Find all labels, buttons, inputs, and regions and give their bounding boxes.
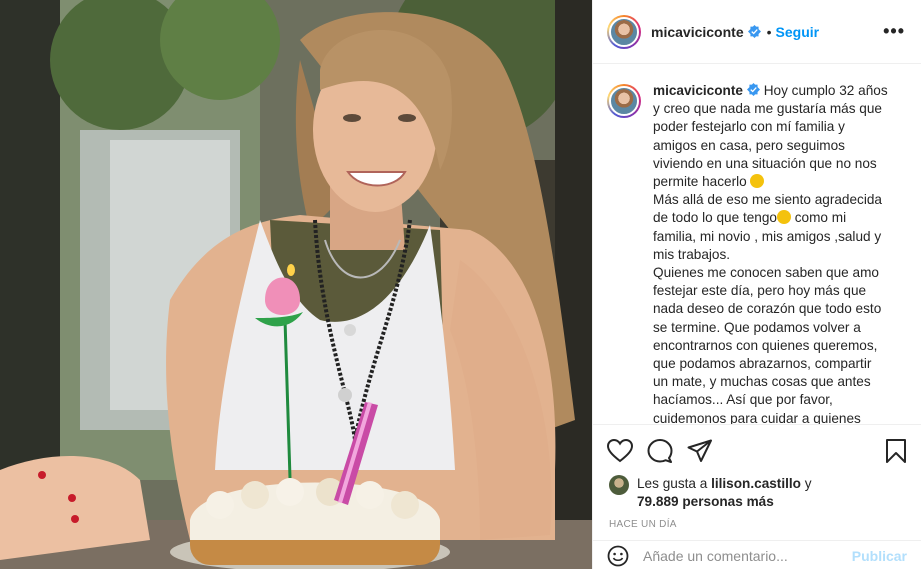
caption-line: Más allá de eso me siento agradecida: [653, 192, 882, 208]
caption-line: de todo lo que tengo: [653, 210, 777, 226]
likes-count-link[interactable]: 79.889 personas más: [637, 494, 774, 509]
publish-button[interactable]: Publicar: [852, 548, 907, 564]
caption-line: como mi: [794, 210, 847, 226]
caption-line: festejar este día, pero hoy más que: [653, 283, 867, 299]
smiley-icon: [776, 210, 791, 225]
bookmark-icon[interactable]: [885, 439, 907, 463]
heart-icon[interactable]: [607, 439, 633, 463]
caption-line: amigos en casa, pero seguimos: [653, 137, 845, 153]
caption-line: mis trabajos.: [653, 246, 731, 262]
caption-line: viviendo en una situación que no nos: [653, 155, 877, 171]
more-options-icon[interactable]: •••: [883, 21, 905, 42]
comment-bar: Publicar: [593, 540, 921, 570]
caption-line: un mate, y muchas cosas que antes: [653, 374, 871, 390]
separator-dot: •: [766, 23, 772, 40]
caption-author-avatar[interactable]: [607, 84, 641, 118]
caption-section: micaviciconte Hoy cumplo 32 años y creo …: [593, 64, 921, 424]
caption-line: poder festejarlo con mí familia y: [653, 119, 845, 135]
author-avatar[interactable]: [607, 14, 641, 49]
likes-summary: Les gusta a lilison.castillo y 79.889 pe…: [593, 465, 921, 511]
post-side-panel: micaviciconte • Seguir ••• micaviciconte…: [592, 0, 921, 569]
caption-line: hacíamos... Así que por favor,: [653, 392, 833, 408]
caption-username[interactable]: micaviciconte: [653, 83, 743, 98]
caption-line: cuidemonos para cuidar a quienes: [653, 410, 861, 424]
caption-line: que podamos abrazarnos, compartir: [653, 356, 872, 372]
liker-avatar[interactable]: [609, 475, 629, 495]
emoji-picker-icon[interactable]: [607, 545, 629, 567]
likes-prefix: Les gusta a: [637, 476, 708, 491]
caption-line: Quienes me conocen saben que amo: [653, 265, 879, 281]
caption-verified-badge-icon: [746, 83, 760, 96]
caption-line: nada deseo de corazón que todo esto: [653, 301, 882, 317]
caption-line: encontrarnos con quienes queremos,: [653, 337, 878, 353]
comment-bubble-icon[interactable]: [647, 439, 673, 463]
action-icons-row: [593, 425, 921, 465]
post-timestamp[interactable]: HACE UN DÍA: [593, 511, 921, 530]
likes-and: y: [804, 476, 812, 491]
verified-badge-icon: [747, 25, 761, 38]
paper-plane-icon[interactable]: [687, 439, 713, 463]
liker-username[interactable]: lilison.castillo: [711, 476, 801, 491]
sad-face-icon: [750, 174, 765, 189]
post-actions-section: Les gusta a lilison.castillo y 79.889 pe…: [593, 424, 921, 570]
caption-text: micaviciconte Hoy cumplo 32 años y creo …: [653, 82, 897, 424]
instagram-post-view: micaviciconte • Seguir ••• micaviciconte…: [0, 0, 921, 569]
caption-line: Hoy cumplo 32 años: [763, 83, 888, 98]
caption-line: y creo que nada me gustaría más que: [653, 101, 882, 117]
follow-button[interactable]: Seguir: [776, 24, 820, 40]
author-username[interactable]: micaviciconte: [651, 24, 744, 40]
caption-line: se termine. Que podamos volver a: [653, 319, 861, 335]
post-header: micaviciconte • Seguir •••: [593, 0, 921, 64]
comment-input[interactable]: [641, 546, 852, 565]
caption-line: permite hacerlo: [653, 174, 747, 190]
post-photo[interactable]: [0, 0, 592, 569]
photo-illustration: [0, 0, 592, 569]
caption-line: familia, mi novio , mis amigos ,salud y: [653, 228, 882, 244]
